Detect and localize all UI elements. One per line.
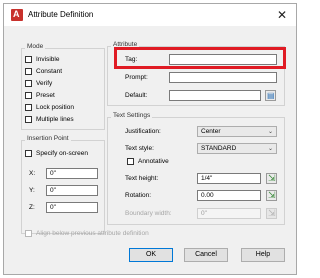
justification-value: Center <box>201 128 221 135</box>
x-input[interactable]: 0" <box>46 168 98 179</box>
ok-button[interactable]: OK <box>129 248 173 262</box>
text-height-input[interactable]: 1/4" <box>197 173 261 184</box>
checkbox-constant[interactable]: Constant <box>25 67 62 76</box>
text-style-label: Text style: <box>125 145 154 152</box>
checkbox-box[interactable] <box>25 230 32 237</box>
checkbox-label: Verify <box>36 80 53 87</box>
insert-field-icon: ▤ <box>267 91 275 100</box>
default-input[interactable] <box>169 90 261 101</box>
checkbox-box[interactable] <box>25 92 32 99</box>
checkbox-lock-position[interactable]: Lock position <box>25 103 74 112</box>
checkbox-box[interactable] <box>25 150 32 157</box>
checkbox-box[interactable] <box>25 116 32 123</box>
text-height-label: Text height: <box>125 175 159 182</box>
justification-select[interactable]: Center ⌄ <box>197 126 277 137</box>
text-settings-group-label: Text Settings <box>111 112 153 119</box>
checkbox-box[interactable] <box>25 56 32 63</box>
chevron-down-icon: ⌄ <box>267 146 273 152</box>
close-button[interactable]: ✕ <box>272 6 292 24</box>
default-label: Default: <box>125 92 148 99</box>
pick-distance-icon: ⇲ <box>268 208 276 218</box>
rotation-input[interactable]: 0.00 <box>197 190 261 201</box>
checkbox-label: Constant <box>36 68 63 75</box>
z-input[interactable]: 0" <box>46 202 98 213</box>
title-bar[interactable]: Attribute Definition ✕ <box>4 4 296 26</box>
cancel-button[interactable]: Cancel <box>184 248 228 262</box>
checkbox-verify[interactable]: Verify <box>25 79 52 88</box>
checkbox-box[interactable] <box>25 80 32 87</box>
checkbox-multiple-lines[interactable]: Multiple lines <box>25 115 74 124</box>
pick-text-height-button[interactable]: ⇲ <box>266 173 277 184</box>
y-input[interactable]: 0" <box>46 185 98 196</box>
help-button[interactable]: Help <box>241 248 285 262</box>
checkbox-label: Annotative <box>138 158 169 165</box>
checkbox-label: Specify on-screen <box>36 150 89 157</box>
attribute-definition-dialog: Attribute Definition ✕ Mode Invisible Co… <box>3 3 297 275</box>
checkbox-box[interactable] <box>127 158 134 165</box>
prompt-input[interactable] <box>169 72 277 83</box>
y-label: Y: <box>29 187 35 194</box>
checkbox-specify-on-screen[interactable]: Specify on-screen <box>25 149 88 158</box>
checkbox-box[interactable] <box>25 68 32 75</box>
checkbox-annotative[interactable]: Annotative <box>127 157 169 166</box>
checkbox-label: Multiple lines <box>36 116 74 123</box>
text-style-value: STANDARD <box>201 145 237 152</box>
app-icon <box>11 9 23 21</box>
chevron-down-icon: ⌄ <box>267 129 273 135</box>
pick-rotation-button[interactable]: ⇲ <box>266 190 277 201</box>
tag-highlight-box <box>114 47 286 69</box>
insert-field-button[interactable]: ▤ <box>265 90 276 101</box>
boundary-width-label: Boundary width: <box>125 210 172 217</box>
insertion-point-group-label: Insertion Point <box>25 135 71 142</box>
checkbox-label: Preset <box>36 92 55 99</box>
justification-label: Justification: <box>125 128 161 135</box>
checkbox-label: Invisible <box>36 56 60 63</box>
checkbox-label: Lock position <box>36 104 74 111</box>
x-label: X: <box>29 170 36 177</box>
z-label: Z: <box>29 204 35 211</box>
mode-group-label: Mode <box>25 43 46 50</box>
checkbox-align-below[interactable]: Align below previous attribute definitio… <box>25 229 149 238</box>
text-style-select[interactable]: STANDARD ⌄ <box>197 143 277 154</box>
pick-point-icon: ⇲ <box>268 173 276 183</box>
window-title: Attribute Definition <box>28 10 94 19</box>
checkbox-invisible[interactable]: Invisible <box>25 55 59 64</box>
boundary-width-input[interactable]: 0" <box>197 208 261 219</box>
checkbox-box[interactable] <box>25 104 32 111</box>
pick-boundary-width-button[interactable]: ⇲ <box>266 208 277 219</box>
checkbox-preset[interactable]: Preset <box>25 91 55 100</box>
rotation-label: Rotation: <box>125 192 152 199</box>
checkbox-label: Align below previous attribute definitio… <box>36 230 149 237</box>
pick-angle-icon: ⇲ <box>268 190 276 200</box>
prompt-label: Prompt: <box>125 74 148 81</box>
